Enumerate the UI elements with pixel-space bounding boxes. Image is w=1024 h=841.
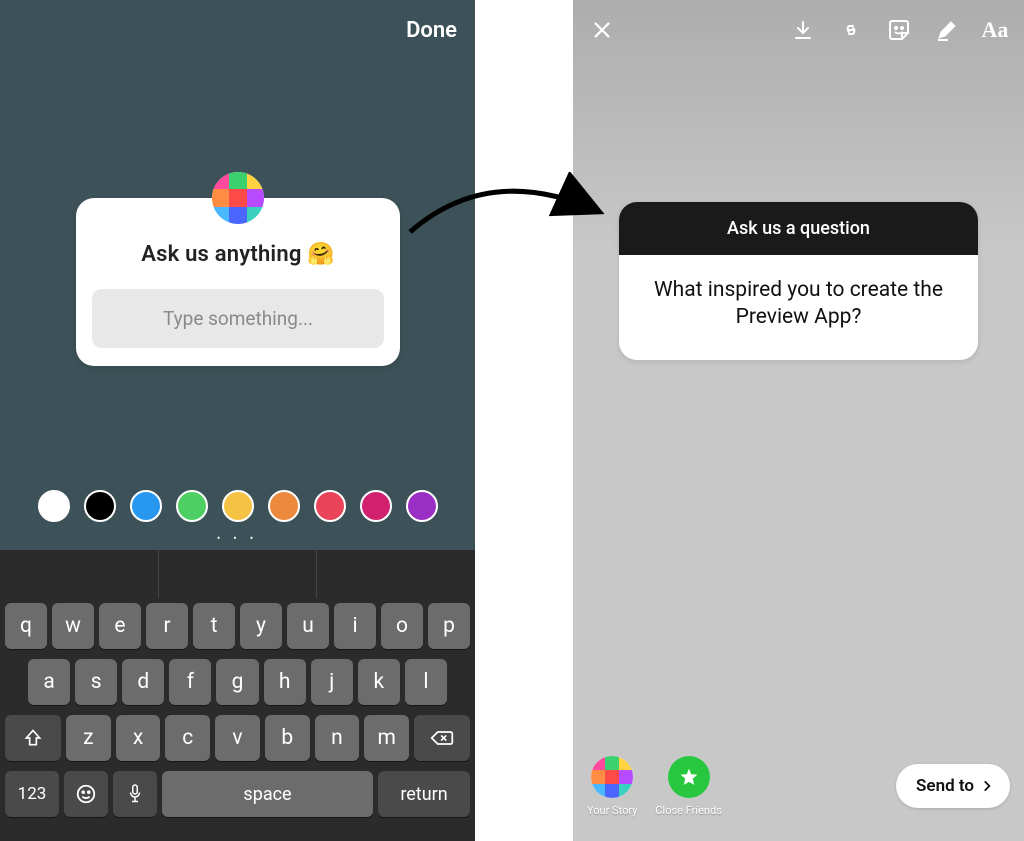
chevron-right-icon [980, 779, 994, 793]
key-v[interactable]: v [215, 715, 260, 761]
key-n[interactable]: n [315, 715, 360, 761]
close-friends-button[interactable]: Close Friends [655, 756, 721, 817]
top-bar: Done [0, 0, 475, 60]
color-swatch-8[interactable] [406, 490, 438, 522]
sticker-icon[interactable] [884, 15, 914, 45]
question-sticker[interactable]: Ask us anything 🤗 Type something... [76, 198, 400, 366]
your-story-label: Your Story [587, 804, 637, 817]
color-swatch-6[interactable] [314, 490, 346, 522]
key-a[interactable]: a [28, 659, 70, 705]
key-k[interactable]: k [358, 659, 400, 705]
numbers-key[interactable]: 123 [5, 771, 59, 817]
pane-divider [475, 0, 573, 841]
keyboard: qwertyuiop asdfghjkl zxcvbnm 123 space r… [0, 550, 475, 841]
key-s[interactable]: s [75, 659, 117, 705]
space-key[interactable]: space [162, 771, 373, 817]
key-g[interactable]: g [216, 659, 258, 705]
key-r[interactable]: r [146, 603, 188, 649]
bottom-bar: Your Story Close Friends Send to [573, 745, 1024, 841]
emoji-key[interactable] [64, 771, 108, 817]
color-swatch-2[interactable] [130, 490, 162, 522]
color-swatch-4[interactable] [222, 490, 254, 522]
top-toolbar: Aa [573, 0, 1024, 60]
shift-key[interactable] [5, 715, 61, 761]
key-p[interactable]: p [428, 603, 470, 649]
close-friends-label: Close Friends [655, 804, 721, 817]
question-response-card[interactable]: Ask us a question What inspired you to c… [619, 202, 978, 360]
backspace-key[interactable] [414, 715, 470, 761]
done-button[interactable]: Done [406, 18, 457, 43]
key-x[interactable]: x [116, 715, 161, 761]
key-f[interactable]: f [169, 659, 211, 705]
response-body: What inspired you to create the Preview … [619, 255, 978, 360]
key-h[interactable]: h [264, 659, 306, 705]
your-story-avatar [591, 756, 633, 798]
key-b[interactable]: b [265, 715, 310, 761]
avatar [212, 172, 264, 224]
keyboard-prediction-bar[interactable] [0, 550, 475, 598]
key-t[interactable]: t [193, 603, 235, 649]
key-o[interactable]: o [381, 603, 423, 649]
dictation-key[interactable] [113, 771, 157, 817]
return-key[interactable]: return [378, 771, 470, 817]
key-j[interactable]: j [311, 659, 353, 705]
color-swatch-7[interactable] [360, 490, 392, 522]
key-w[interactable]: w [52, 603, 94, 649]
color-swatch-row [0, 490, 475, 522]
color-swatch-5[interactable] [268, 490, 300, 522]
key-l[interactable]: l [405, 659, 447, 705]
draw-icon[interactable] [932, 15, 962, 45]
close-friends-icon [668, 756, 710, 798]
text-icon[interactable]: Aa [980, 15, 1010, 45]
key-u[interactable]: u [287, 603, 329, 649]
key-z[interactable]: z [66, 715, 111, 761]
key-q[interactable]: q [5, 603, 47, 649]
key-e[interactable]: e [99, 603, 141, 649]
save-icon[interactable] [788, 15, 818, 45]
question-input-placeholder[interactable]: Type something... [92, 289, 384, 348]
link-icon[interactable] [836, 15, 866, 45]
key-d[interactable]: d [122, 659, 164, 705]
color-swatch-3[interactable] [176, 490, 208, 522]
send-to-label: Send to [916, 776, 974, 796]
close-icon[interactable] [587, 15, 617, 45]
your-story-button[interactable]: Your Story [587, 756, 637, 817]
key-m[interactable]: m [364, 715, 409, 761]
page-indicator-dots: • • • [0, 532, 475, 545]
color-swatch-0[interactable] [38, 490, 70, 522]
response-header: Ask us a question [619, 202, 978, 255]
send-to-button[interactable]: Send to [896, 764, 1010, 808]
story-preview-pane: Aa Ask us a question What inspired you t… [573, 0, 1024, 841]
color-swatch-1[interactable] [84, 490, 116, 522]
key-y[interactable]: y [240, 603, 282, 649]
question-prompt[interactable]: Ask us anything 🤗 [92, 242, 384, 267]
key-i[interactable]: i [334, 603, 376, 649]
key-c[interactable]: c [165, 715, 210, 761]
story-editor-pane: Done Ask us anything 🤗 Type something...… [0, 0, 475, 841]
